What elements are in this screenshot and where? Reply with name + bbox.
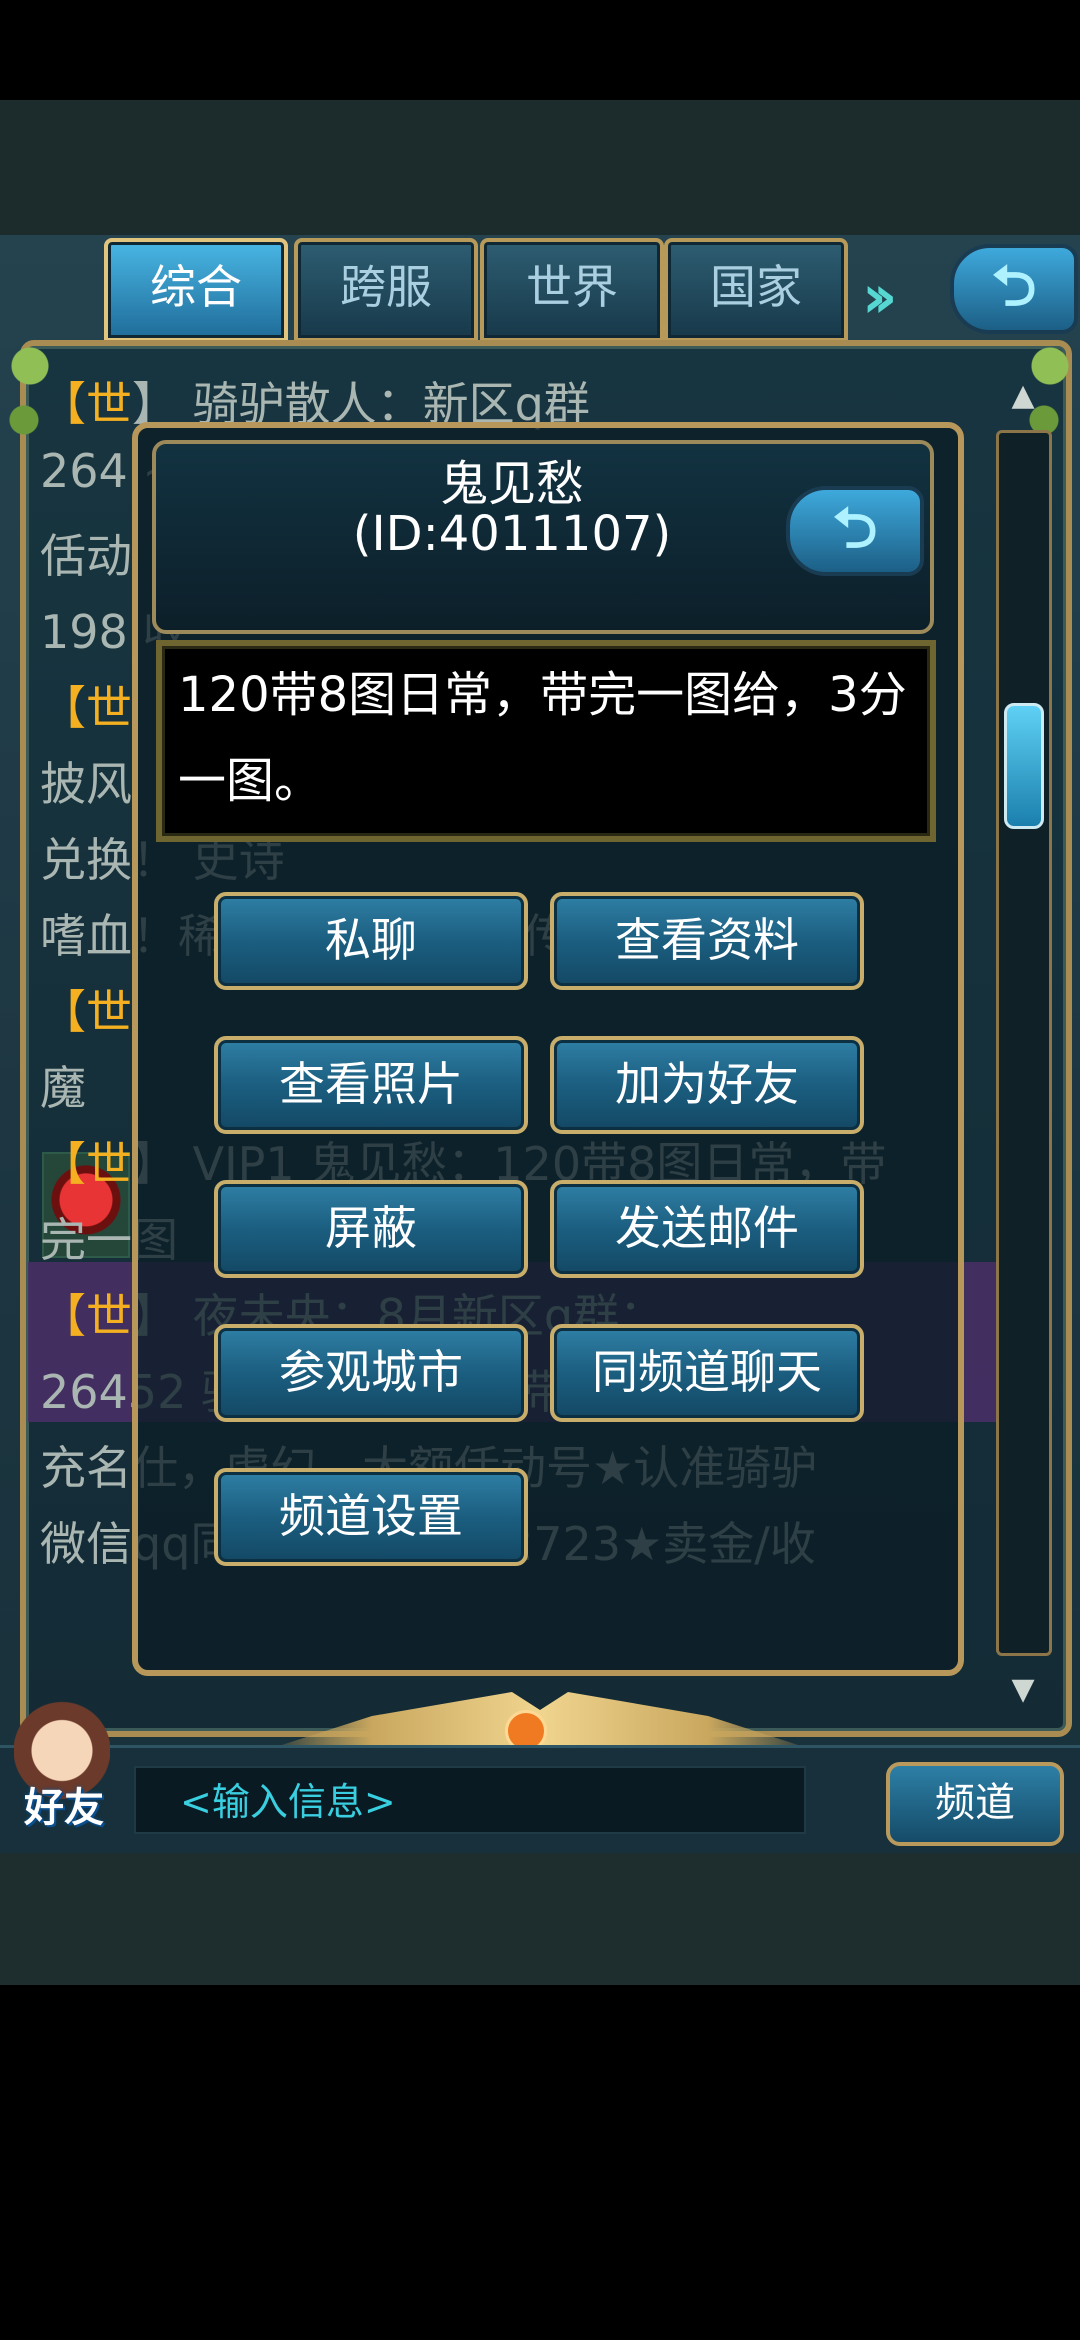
tab-nation[interactable]: 国家 <box>664 238 848 342</box>
tab-world[interactable]: 世界 <box>480 238 664 342</box>
send-mail-button[interactable]: 发送邮件 <box>550 1180 864 1278</box>
player-name: 鬼见愁 <box>439 456 584 512</box>
world-channel-tag: 【世 <box>40 1137 132 1191</box>
tab-cross-server[interactable]: 跨服 <box>294 238 478 342</box>
chat-scrollbar[interactable] <box>996 430 1052 1656</box>
add-friend-button[interactable]: 加为好友 <box>550 1036 864 1134</box>
chat-line-text: 佸动 <box>40 529 132 583</box>
private-chat-button[interactable]: 私聊 <box>214 892 528 990</box>
chat-line-text: 魔 <box>40 1061 86 1115</box>
bottom-strip <box>0 1850 1080 1985</box>
channel-settings-button[interactable]: 频道设置 <box>214 1468 528 1566</box>
player-id: (ID:4011107) <box>352 506 672 562</box>
view-photos-button[interactable]: 查看照片 <box>214 1036 528 1134</box>
same-channel-chat-button[interactable]: 同频道聊天 <box>550 1324 864 1422</box>
view-profile-button[interactable]: 查看资料 <box>550 892 864 990</box>
visit-city-button[interactable]: 参观城市 <box>214 1324 528 1422</box>
world-channel-tag: 【世 <box>40 377 132 431</box>
close-chat-return-icon[interactable]: ⮌ <box>950 244 1078 334</box>
player-message: 120带8图日常，带完一图给，3分一图。 <box>178 667 907 809</box>
scroll-up-icon[interactable]: ▲ <box>1005 378 1041 414</box>
world-channel-tag: 【世 <box>40 985 132 1039</box>
scroll-thumb[interactable] <box>1004 703 1044 829</box>
double-chevron-right-icon[interactable]: ›› <box>862 262 898 332</box>
world-channel-tag: 【世 <box>40 1289 132 1343</box>
tab-general[interactable]: 综合 <box>104 238 288 342</box>
chat-input-field[interactable]: <输入信息> <box>134 1766 806 1834</box>
block-button[interactable]: 屏蔽 <box>214 1180 528 1278</box>
friends-label[interactable]: 好友 <box>14 1775 114 1833</box>
world-channel-tag: 【世 <box>40 681 132 735</box>
top-strip <box>0 100 1080 235</box>
channel-button[interactable]: 频道 <box>886 1762 1064 1846</box>
popup-back-return-icon[interactable]: ⮌ <box>786 486 924 576</box>
scroll-down-icon[interactable]: ▼ <box>1005 1672 1041 1708</box>
